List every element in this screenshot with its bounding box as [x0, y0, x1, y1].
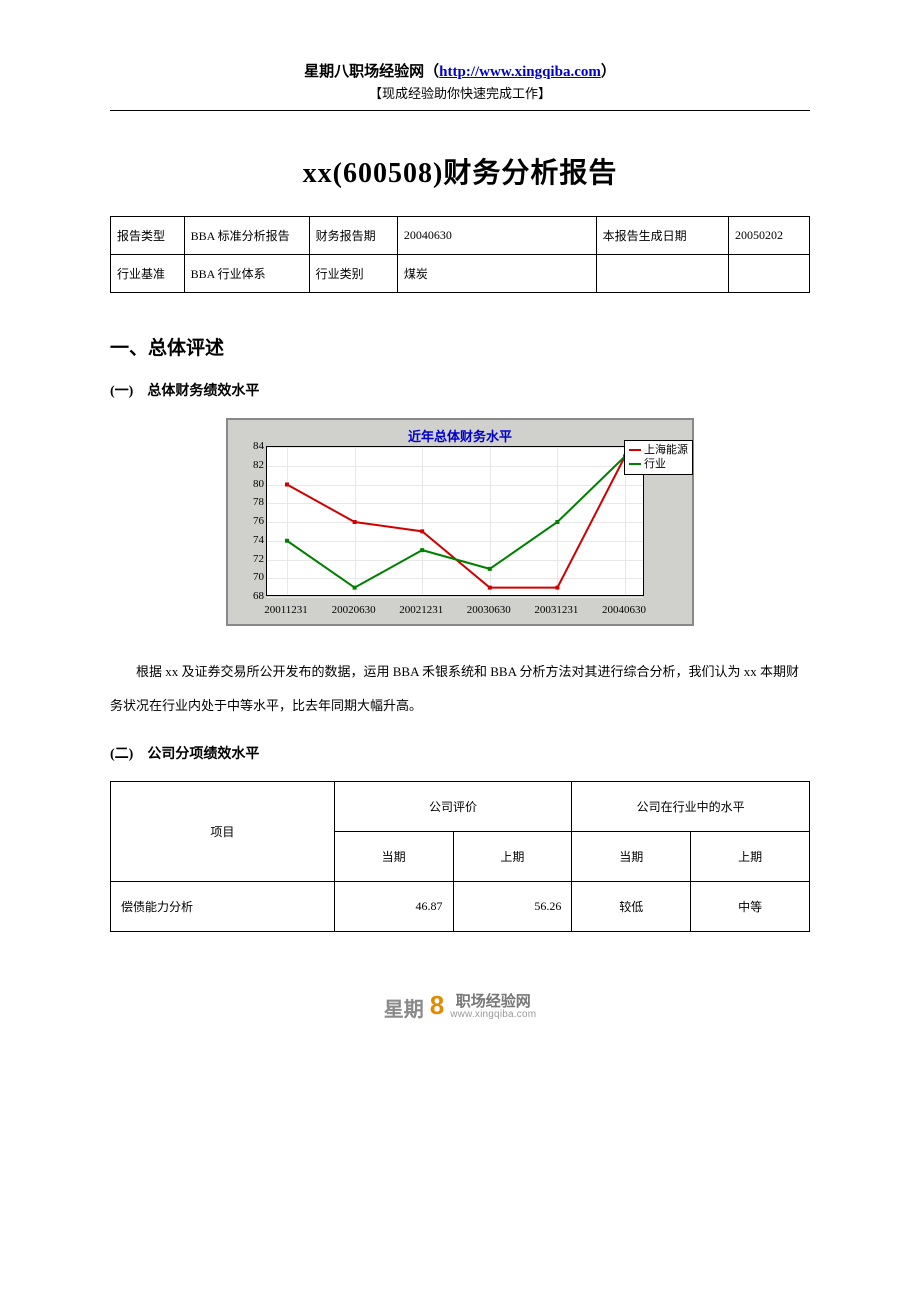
col-header: 公司评价 — [334, 781, 572, 831]
cell-value: 20050202 — [729, 217, 810, 255]
cell-value — [729, 255, 810, 293]
y-tick-label: 82 — [240, 459, 264, 471]
x-tick-label: 20011231 — [264, 604, 308, 616]
y-tick-label: 74 — [240, 534, 264, 546]
cell-label: 行业基准 — [111, 255, 185, 293]
site-name: 星期八职场经验网 — [304, 64, 424, 80]
cell-value: 46.87 — [334, 881, 453, 931]
document-title: xx(600508)财务分析报告 — [110, 151, 810, 191]
cell-value: BBA 行业体系 — [184, 255, 309, 293]
logo-text: 星期 — [384, 993, 424, 1022]
y-tick-label: 70 — [240, 571, 264, 583]
x-tick-label: 20030630 — [467, 604, 511, 616]
chart-container: 近年总体财务水平 上海能源 行业 68 70 72 74 76 78 80 82 84 2001… — [110, 418, 810, 630]
legend-label: 上海能源 — [644, 443, 688, 457]
header-title: 星期八职场经验网（http://www.xingqiba.com） — [110, 60, 810, 81]
x-tick-label: 20020630 — [332, 604, 376, 616]
chart-box: 近年总体财务水平 上海能源 行业 68 70 72 74 76 78 80 82 84 2001… — [226, 418, 694, 626]
header-divider — [110, 110, 810, 111]
y-tick-label: 78 — [240, 496, 264, 508]
col-subheader: 上期 — [691, 831, 810, 881]
x-tick-label: 20021231 — [399, 604, 443, 616]
cell-label: 财务报告期 — [309, 217, 397, 255]
col-subheader: 当期 — [572, 831, 691, 881]
table-row: 偿债能力分析 46.87 56.26 较低 中等 — [111, 881, 810, 931]
legend-item: 行业 — [629, 457, 688, 471]
logo-number-icon: 8 — [430, 990, 444, 1021]
legend-swatch — [629, 463, 641, 465]
cell-value: 20040630 — [397, 217, 596, 255]
info-table: 报告类型 BBA 标准分析报告 财务报告期 20040630 本报告生成日期 2… — [110, 216, 810, 293]
footer-logo: 星期 8 职场经验网 www.xingqiba.com — [110, 992, 810, 1023]
col-subheader: 当期 — [334, 831, 453, 881]
body-paragraph: 根据 xx 及证券交易所公开发布的数据，运用 BBA 禾银系统和 BBA 分析方… — [110, 655, 810, 723]
section-heading-1-2: (二) 公司分项绩效水平 — [110, 743, 810, 763]
chart-plot-area — [266, 446, 644, 596]
y-tick-label: 84 — [240, 440, 264, 452]
page-header: 星期八职场经验网（http://www.xingqiba.com） 【现成经验助… — [110, 60, 810, 102]
cell-label — [596, 255, 728, 293]
chart-legend: 上海能源 行业 — [624, 440, 693, 475]
cell-value: 煤炭 — [397, 255, 596, 293]
legend-swatch — [629, 449, 641, 451]
logo-url: www.xingqiba.com — [450, 1010, 536, 1021]
logo-text: 职场经验网 — [450, 994, 536, 1010]
cell-label: 报告类型 — [111, 217, 185, 255]
chart-title: 近年总体财务水平 — [230, 426, 690, 445]
col-header: 公司在行业中的水平 — [572, 781, 810, 831]
section-heading-1: 一、总体评述 — [110, 333, 810, 360]
col-header: 项目 — [111, 781, 335, 881]
section-heading-1-1: (一) 总体财务绩效水平 — [110, 380, 810, 400]
y-tick-label: 68 — [240, 590, 264, 602]
cell-label: 行业类别 — [309, 255, 397, 293]
y-tick-label: 72 — [240, 553, 264, 565]
cell-value: 中等 — [691, 881, 810, 931]
y-tick-label: 80 — [240, 478, 264, 490]
header-subtitle: 【现成经验助你快速完成工作】 — [110, 83, 810, 102]
col-subheader: 上期 — [453, 831, 572, 881]
cell-value: 较低 — [572, 881, 691, 931]
table-row: 行业基准 BBA 行业体系 行业类别 煤炭 — [111, 255, 810, 293]
legend-label: 行业 — [644, 457, 666, 471]
cell-label: 本报告生成日期 — [596, 217, 728, 255]
header-url-link[interactable]: http://www.xingqiba.com — [439, 64, 601, 80]
y-tick-label: 76 — [240, 515, 264, 527]
x-tick-label: 20031231 — [534, 604, 578, 616]
row-label: 偿债能力分析 — [111, 881, 335, 931]
cell-value: 56.26 — [453, 881, 572, 931]
table-row: 报告类型 BBA 标准分析报告 财务报告期 20040630 本报告生成日期 2… — [111, 217, 810, 255]
cell-value: BBA 标准分析报告 — [184, 217, 309, 255]
x-tick-label: 20040630 — [602, 604, 646, 616]
table-row: 项目 公司评价 公司在行业中的水平 — [111, 781, 810, 831]
performance-table: 项目 公司评价 公司在行业中的水平 当期 上期 当期 上期 偿债能力分析 46.… — [110, 781, 810, 932]
legend-item: 上海能源 — [629, 443, 688, 457]
